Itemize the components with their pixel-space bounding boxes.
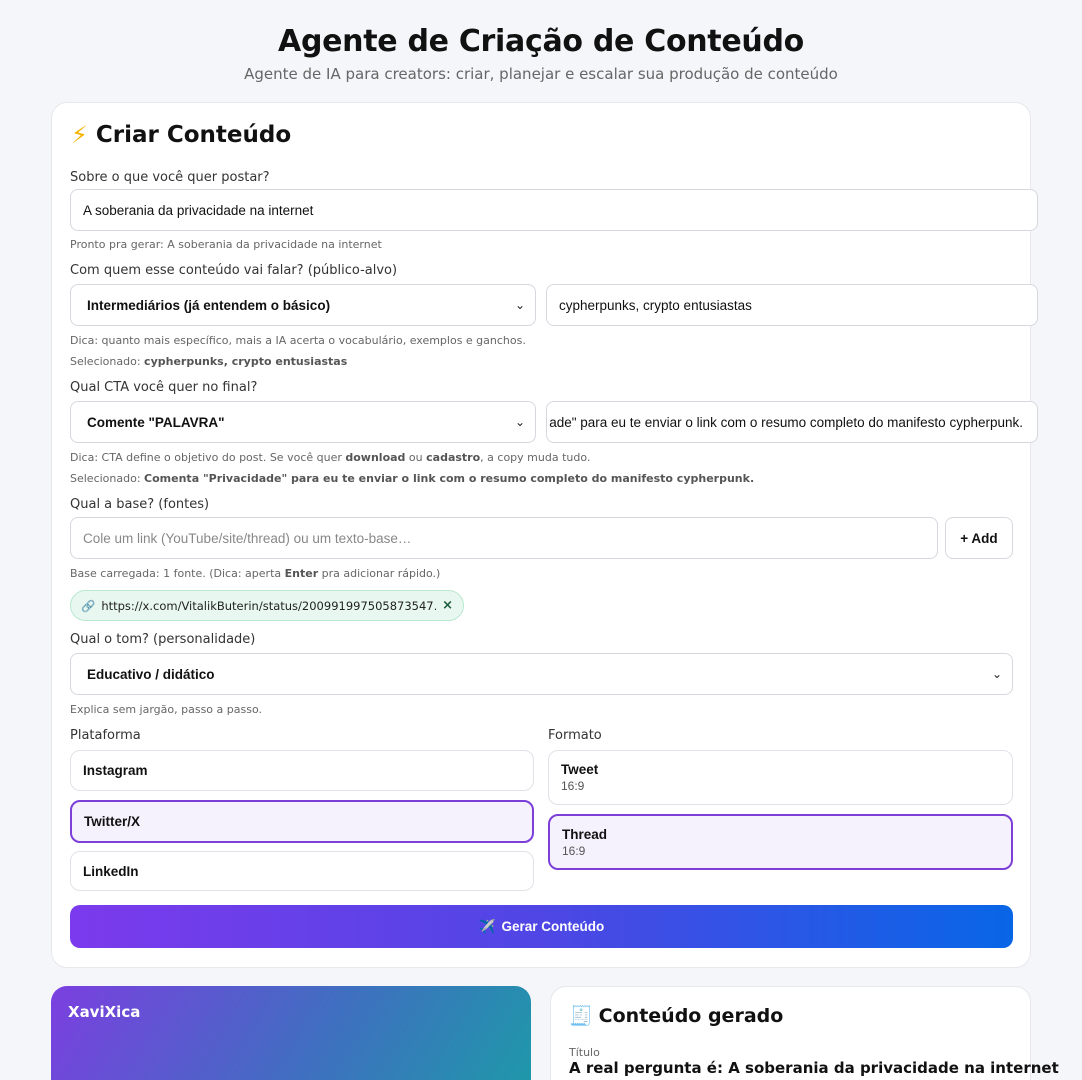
remove-source-icon[interactable]: ×: [442, 598, 453, 613]
cta-selected-value: Comenta "Privacidade" para eu te enviar …: [144, 472, 755, 485]
receipt-icon: 🧾: [569, 1005, 593, 1027]
topic-label: Sobre o que você quer postar?: [70, 170, 270, 185]
tone-label: Qual o tom? (personalidade): [70, 632, 256, 647]
preview-profile-name: XaviXica: [68, 1003, 141, 1021]
source-chip-url: https://x.com/VitalikButerin/status/2009…: [101, 598, 437, 613]
chevron-down-icon: ⌄: [514, 298, 525, 312]
lightning-icon: ⚡: [71, 121, 88, 149]
generated-title-value: A real pergunta é: A soberania da privac…: [569, 1059, 1059, 1077]
platform-option-twitter[interactable]: Twitter/X: [70, 800, 534, 843]
create-content-title: Criar Conteúdo: [95, 122, 292, 148]
chevron-down-icon: ⌄: [991, 667, 1002, 681]
tone-hint: Explica sem jargão, passo a passo.: [70, 703, 262, 716]
platform-option-linkedin[interactable]: LinkedIn: [70, 851, 534, 891]
tone-value: Educativo / didático: [87, 666, 215, 682]
format-option-tweet[interactable]: Tweet 16:9: [548, 750, 1013, 805]
sources-hint: Base carregada: 1 fonte. (Dica: aperta E…: [70, 567, 441, 580]
audience-label: Com quem esse conteúdo vai falar? (públi…: [70, 263, 398, 278]
generate-content-label: Gerar Conteúdo: [501, 919, 605, 934]
audience-hint: Dica: quanto mais específico, mais a IA …: [70, 334, 526, 347]
cta-selected: Selecionado: Comenta "Privacidade" para …: [70, 472, 755, 485]
sources-label: Qual a base? (fontes): [70, 497, 210, 512]
sources-input[interactable]: Cole um link (YouTube/site/thread) ou um…: [70, 517, 938, 559]
platform-option-instagram[interactable]: Instagram: [70, 750, 534, 791]
audience-selected-value: cypherpunks, crypto entusiastas: [144, 355, 348, 368]
page-subtitle: Agente de IA para creators: criar, plane…: [244, 65, 838, 83]
generated-content-title: Conteúdo gerado: [598, 1004, 784, 1027]
generate-content-button[interactable]: ✈️ Gerar Conteúdo: [70, 905, 1013, 948]
create-content-card: ⚡ Criar Conteúdo Sobre o que você quer p…: [51, 102, 1038, 968]
page-header: Agente de Criação de Conteúdo Agente de …: [0, 0, 1082, 83]
format-label: Formato: [548, 728, 602, 743]
format-option-thread[interactable]: Thread 16:9: [548, 814, 1013, 870]
topic-hint: Pronto pra gerar: A soberania da privaci…: [70, 238, 382, 251]
profile-preview-card: XaviXica: [51, 986, 531, 1080]
cta-type-value: Comente "PALAVRA": [87, 414, 225, 430]
generated-title-label: Título: [569, 1046, 600, 1059]
cta-custom-input[interactable]: ade" para eu te enviar o link com o resu…: [546, 401, 1038, 443]
tone-select[interactable]: Educativo / didático ⌄: [70, 653, 1013, 695]
link-icon: 🔗: [81, 598, 96, 613]
audience-level-select[interactable]: Intermediários (já entendem o básico) ⌄: [70, 284, 536, 326]
topic-input[interactable]: A soberania da privacidade na internet: [70, 189, 1038, 231]
generated-content-heading: 🧾 Conteúdo gerado: [569, 1004, 784, 1028]
audience-level-value: Intermediários (já entendem o básico): [87, 297, 331, 313]
create-content-heading: ⚡ Criar Conteúdo: [71, 121, 291, 149]
audience-custom-input[interactable]: cypherpunks, crypto entusiastas: [546, 284, 1038, 326]
add-source-button[interactable]: + Add: [945, 517, 1013, 559]
cta-hint: Dica: CTA define o objetivo do post. Se …: [70, 451, 591, 464]
audience-selected: Selecionado: cypherpunks, crypto entusia…: [70, 355, 348, 368]
chevron-down-icon: ⌄: [514, 415, 525, 429]
cta-type-select[interactable]: Comente "PALAVRA" ⌄: [70, 401, 536, 443]
platform-label: Plataforma: [70, 728, 141, 743]
cta-label: Qual CTA você quer no final?: [70, 380, 258, 395]
source-chip: 🔗 https://x.com/VitalikButerin/status/20…: [70, 590, 464, 621]
page-title: Agente de Criação de Conteúdo: [278, 24, 804, 59]
generated-content-card: 🧾 Conteúdo gerado Título A real pergunta…: [550, 986, 1059, 1080]
send-icon: ✈️: [478, 918, 496, 934]
cta-custom-value: ade" para eu te enviar o link com o resu…: [549, 414, 1023, 430]
